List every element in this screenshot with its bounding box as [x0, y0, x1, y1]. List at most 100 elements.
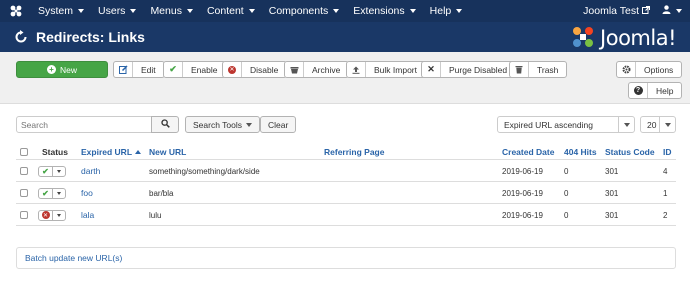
page-header: Redirects: Links Joomla! [0, 22, 690, 52]
chevron-down-icon [664, 122, 671, 127]
enable-label: Enable [191, 64, 218, 75]
search-tools-label: Search Tools [193, 119, 242, 130]
new-url: lulu [149, 210, 162, 220]
table-row: ✔ darth something/something/dark/side 20… [16, 159, 676, 181]
created-date: 2019-06-19 [502, 188, 543, 198]
menu-label: System [38, 5, 74, 17]
row-id: 4 [663, 166, 668, 176]
check-icon: ✔ [164, 62, 183, 77]
upload-icon [347, 62, 366, 77]
chevron-down-icon[interactable] [53, 167, 65, 176]
table-row: ✔ foo bar/bla 2019-06-19 0 301 1 [16, 181, 676, 203]
chevron-down-icon [186, 9, 193, 13]
status-toggle[interactable]: ✔ [38, 182, 66, 204]
menu-label: Menus [150, 5, 182, 17]
search-button[interactable] [151, 116, 179, 133]
site-link[interactable]: Joomla Test [583, 5, 650, 17]
created-date: 2019-06-19 [502, 210, 543, 220]
new-url: bar/bla [149, 188, 174, 198]
status-code: 301 [605, 188, 619, 198]
batch-update-link[interactable]: Batch update new URL(s) [25, 253, 122, 263]
disable-button[interactable]: ✕ Disable [222, 61, 288, 78]
new-label: New [59, 64, 77, 75]
refresh-icon [14, 30, 28, 44]
top-navbar: System Users Menus Content Components Ex… [0, 0, 690, 22]
options-label: Options [644, 64, 674, 75]
archive-button[interactable]: Archive [284, 61, 350, 78]
row-id: 1 [663, 188, 668, 198]
search-input[interactable] [16, 116, 152, 133]
menu-label: Help [429, 5, 452, 17]
menu-users[interactable]: Users [91, 5, 143, 17]
hits: 0 [564, 188, 569, 198]
chevron-down-icon [623, 122, 630, 127]
bulk-import-label: Bulk Import [374, 64, 417, 75]
menu-extensions[interactable]: Extensions [346, 5, 422, 17]
new-button[interactable]: + New [16, 61, 108, 78]
menu-label: Content [206, 5, 244, 17]
ordering-select[interactable]: Expired URL ascending [497, 116, 635, 133]
chevron-down-icon [78, 9, 85, 13]
external-link-icon [642, 5, 650, 17]
help-button[interactable]: ? Help [628, 82, 683, 99]
clear-button[interactable]: Clear [260, 116, 297, 133]
enable-button[interactable]: ✔ Enable [163, 61, 227, 78]
purge-disabled-label: Purge Disabled [449, 64, 508, 75]
menu-label: Components [268, 5, 329, 17]
menu-label: Extensions [353, 5, 405, 17]
clear-label: Clear [268, 119, 289, 130]
check-icon: ✔ [39, 166, 53, 176]
options-button[interactable]: Options [616, 61, 683, 78]
status-toggle[interactable]: ✕ [38, 204, 66, 226]
expired-url-link[interactable]: lala [81, 204, 94, 226]
menu-help[interactable]: Help [423, 5, 470, 17]
close-icon: ✕ [422, 62, 441, 77]
trash-button[interactable]: Trash [509, 61, 568, 78]
menu-menus[interactable]: Menus [143, 5, 200, 17]
chevron-down-icon [409, 9, 416, 13]
menu-content[interactable]: Content [200, 5, 262, 17]
brand-text: Joomla! [600, 26, 676, 50]
purge-disabled-button[interactable]: ✕ Purge Disabled [421, 61, 517, 78]
chevron-down-icon [676, 9, 682, 13]
chevron-down-icon [245, 122, 252, 127]
status-code: 301 [605, 210, 619, 220]
limit-select[interactable]: 20 [640, 116, 676, 133]
status-code: 301 [605, 166, 619, 176]
hits: 0 [564, 210, 569, 220]
table-bottom-border [16, 225, 676, 226]
new-url: something/something/dark/side [149, 166, 260, 176]
row-checkbox[interactable] [20, 182, 28, 204]
help-label: Help [656, 85, 674, 96]
sort-asc-icon [135, 150, 142, 154]
edit-label: Edit [141, 64, 156, 75]
archive-icon [285, 62, 304, 77]
menu-components[interactable]: Components [262, 5, 347, 17]
row-id: 2 [663, 210, 668, 220]
menu-system[interactable]: System [31, 5, 91, 17]
user-icon [662, 5, 671, 17]
chevron-down-icon [333, 9, 340, 13]
page-title: Redirects: Links [36, 29, 145, 45]
table-row: ✕ lala lulu 2019-06-19 0 301 2 [16, 203, 676, 225]
trash-icon [510, 62, 529, 77]
menu-label: Users [98, 5, 126, 17]
chevron-down-icon[interactable] [53, 189, 65, 198]
bulk-import-button[interactable]: Bulk Import [346, 61, 426, 78]
expired-url-link[interactable]: foo [81, 182, 93, 204]
limit-value: 20 [647, 119, 657, 130]
column-expired-url-label: Expired URL [81, 147, 133, 157]
status-toggle[interactable]: ✔ [38, 160, 66, 182]
expired-url-link[interactable]: darth [81, 160, 100, 182]
edit-button[interactable]: Edit [113, 61, 165, 78]
user-menu[interactable] [662, 5, 682, 17]
joomla-logo-icon[interactable] [9, 4, 23, 18]
row-checkbox[interactable] [20, 204, 28, 226]
toolbar: + New Edit ✔ Enable ✕ Disable Archive Bu… [0, 52, 690, 104]
chevron-down-icon[interactable] [53, 211, 65, 220]
search-tools-button[interactable]: Search Tools [185, 116, 260, 133]
site-name: Joomla Test [583, 5, 639, 17]
batch-panel: Batch update new URL(s) [16, 247, 676, 269]
disable-label: Disable [250, 64, 279, 75]
row-checkbox[interactable] [20, 160, 28, 182]
